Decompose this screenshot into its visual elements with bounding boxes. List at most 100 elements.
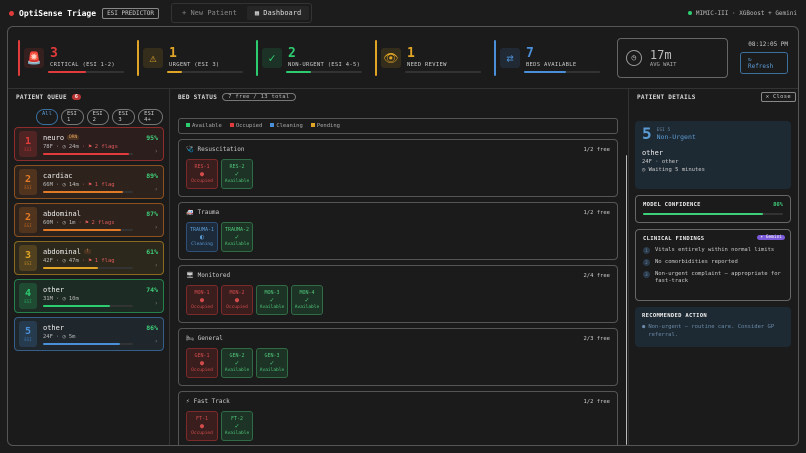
zone-free: 2/3 free	[583, 335, 611, 342]
stat-progress-fill	[48, 70, 86, 73]
esi-predictor-badge: ESI PREDICTOR	[102, 7, 160, 19]
confidence-bar-fill	[43, 228, 122, 231]
bed-status: Cleaning	[191, 242, 213, 247]
bed-scrollbar[interactable]	[626, 155, 627, 445]
clock-icon: · ◷	[55, 333, 66, 340]
patient-card[interactable]: 2 ESI abdominal 60M · ◷ 1m · ⚑ 2 flags 87% ›	[14, 203, 164, 237]
bed-tile[interactable]: FT-2 ✓ Available	[221, 411, 253, 441]
filter-esi1[interactable]: ESI 1	[60, 109, 84, 125]
bed-zone: 🛏 General 2/3 free GEN-1 ● Occupied GEN-2 ✓ Avai…	[178, 328, 618, 386]
bed-status: Available	[224, 179, 250, 184]
top-bar: OptiSense Triage ESI PREDICTOR + New Pat…	[0, 0, 806, 26]
action-label: RECOMMENDED ACTION	[642, 313, 708, 319]
stat-card[interactable]: ⚠ 1 URGENT (ESI 3)	[136, 36, 252, 80]
stat-accent-bar	[493, 39, 496, 76]
bed-tile[interactable]: TRAUMA-1 ◐ Cleaning	[186, 222, 218, 252]
filter-esi3[interactable]: ESI 3	[112, 109, 136, 125]
chief-complaint: other	[642, 149, 664, 157]
flag-icon: · ⚑	[81, 257, 92, 264]
legend-label: Cleaning	[276, 123, 303, 129]
esi-badge: 3 ESI	[19, 245, 37, 271]
finding-text: No comorbidities reported	[655, 259, 738, 265]
bed-tile[interactable]: FT-1 ● Occupied	[186, 411, 218, 441]
finding-item: 2 No comorbidities reported	[643, 259, 783, 266]
patient-complaint: abdominal	[43, 210, 163, 218]
dashboard-tab[interactable]: ▦ Dashboard	[246, 6, 310, 20]
patient-card[interactable]: 4 ESI other 31M · ◷ 10m 74% ›	[14, 279, 164, 313]
bed-tile[interactable]: RES-1 ● Occupied	[186, 159, 218, 189]
patient-flags: 1 flag	[94, 257, 115, 264]
beds-free-pill: 7 free / 13 total	[222, 93, 296, 101]
close-button[interactable]: ✕ Close	[760, 92, 796, 102]
filter-all[interactable]: All	[36, 109, 58, 125]
refresh-button[interactable]: ↻ Refresh	[739, 52, 789, 74]
bed-tile[interactable]: TRAUMA-2 ✓ Available	[221, 222, 253, 252]
bed-tile[interactable]: MON-3 ✓ Available	[256, 285, 288, 315]
patient-confidence: 74%	[146, 286, 158, 294]
bed-tile[interactable]: MON-4 ✓ Available	[291, 285, 323, 315]
patient-card[interactable]: 3 ESI abdominal! 42F · ◷ 47m · ⚑ 1 flag 61% ›	[14, 241, 164, 275]
patient-demo: 24F	[43, 333, 53, 340]
legend-label: Occupied	[235, 123, 263, 129]
stat-number: 3	[50, 46, 58, 61]
stat-card[interactable]: ✓ 2 NON-URGENT (ESI 4-5)	[255, 36, 371, 80]
legend-item: Occupied	[229, 123, 263, 129]
finding-number: 3	[643, 271, 650, 278]
patient-card[interactable]: 1 ESI neuro DRN 78F · ◷ 24m · ⚑ 2 flags 95% ›	[14, 127, 164, 161]
stat-card[interactable]: 🚨 3 CRITICAL (ESI 1-2)	[18, 36, 133, 80]
action-text: Non-urgent — routine care. Consider GP r…	[648, 324, 775, 338]
stat-label: NEED REVIEW	[406, 62, 447, 68]
new-patient-button[interactable]: + New Patient	[174, 6, 245, 20]
gemini-badge: ✦ Gemini	[757, 235, 785, 240]
bed-status: Available	[294, 305, 320, 310]
bed-tile[interactable]: MON-1 ● Occupied	[186, 285, 218, 315]
patient-main: neuro DRN 78F · ◷ 24m · ⚑ 2 flags	[43, 134, 163, 155]
bed-tile[interactable]: GEN-2 ✓ Available	[221, 348, 253, 378]
stat-card[interactable]: ⇄ 7 BEDS AVAILABLE	[493, 36, 609, 80]
patient-queue-panel: PATIENT QUEUE 6 All ESI 1 ESI 2 ESI 3 ESI 4+ …	[8, 89, 170, 445]
filter-esi4[interactable]: ESI 4+	[138, 109, 164, 125]
esi-number: 3	[24, 250, 32, 261]
bed-tile[interactable]: GEN-3 ✓ Available	[256, 348, 288, 378]
patient-card[interactable]: 5 ESI other 24F · ◷ 5m 86% ›	[14, 317, 164, 351]
zone-free: 1/2 free	[583, 398, 611, 405]
app-title: OptiSense Triage	[19, 8, 97, 18]
avg-wait-label: AVG WAIT	[649, 61, 677, 68]
stat-card[interactable]: 👁 1 NEED REVIEW	[374, 36, 490, 80]
bed-tile[interactable]: RES-2 ✓ Available	[221, 159, 253, 189]
patient-meta: 24F · ◷ 5m	[43, 334, 163, 340]
patient-demo: 66M	[43, 181, 53, 188]
live-dot-icon	[687, 11, 692, 15]
esi-level: 5	[642, 124, 652, 143]
bed-tile[interactable]: MON-2 ● Occupied	[221, 285, 253, 315]
bed-status-title: BED STATUS	[178, 93, 218, 101]
zone-free: 1/2 free	[583, 209, 611, 216]
stat-text: 1 NEED REVIEW	[407, 47, 447, 68]
patient-meta: 31M · ◷ 10m	[43, 296, 163, 302]
patient-wait: 47m	[68, 257, 79, 264]
patient-confidence: 86%	[146, 324, 158, 332]
patient-demo: 42F	[43, 257, 53, 264]
esi-number: 2	[24, 212, 32, 223]
clock-time: 08:12:05 PM	[748, 41, 789, 48]
patient-main: abdominal 60M · ◷ 1m · ⚑ 2 flags	[43, 210, 163, 231]
bed-tile[interactable]: GEN-1 ● Occupied	[186, 348, 218, 378]
patient-main: abdominal! 42F · ◷ 47m · ⚑ 1 flag	[43, 248, 163, 269]
clock-icon: ◷	[642, 167, 649, 173]
legend-swatch	[310, 123, 315, 127]
stat-accent-bar	[136, 39, 139, 76]
bullet-icon: ●	[642, 324, 646, 330]
patient-card[interactable]: 2 ESI cardiac 66M · ◷ 14m · ⚑ 1 flag 89% ›	[14, 165, 164, 199]
stat-accent-bar	[374, 39, 377, 76]
patient-main: other 31M · ◷ 10m	[43, 286, 163, 307]
stat-text: 2 NON-URGENT (ESI 4-5)	[288, 47, 360, 68]
filter-esi2[interactable]: ESI 2	[86, 109, 110, 125]
main-nav: + New Patient ▦ Dashboard	[171, 3, 313, 23]
zone-name: Trauma	[197, 209, 220, 216]
patient-flags: 1 flag	[94, 181, 115, 188]
monitor-icon: 🖥	[186, 272, 194, 279]
confidence-bar-fill	[43, 304, 110, 307]
patient-tag: !	[83, 249, 91, 254]
patient-confidence: 95%	[146, 134, 158, 142]
bed-status-icon: ●	[199, 170, 205, 178]
